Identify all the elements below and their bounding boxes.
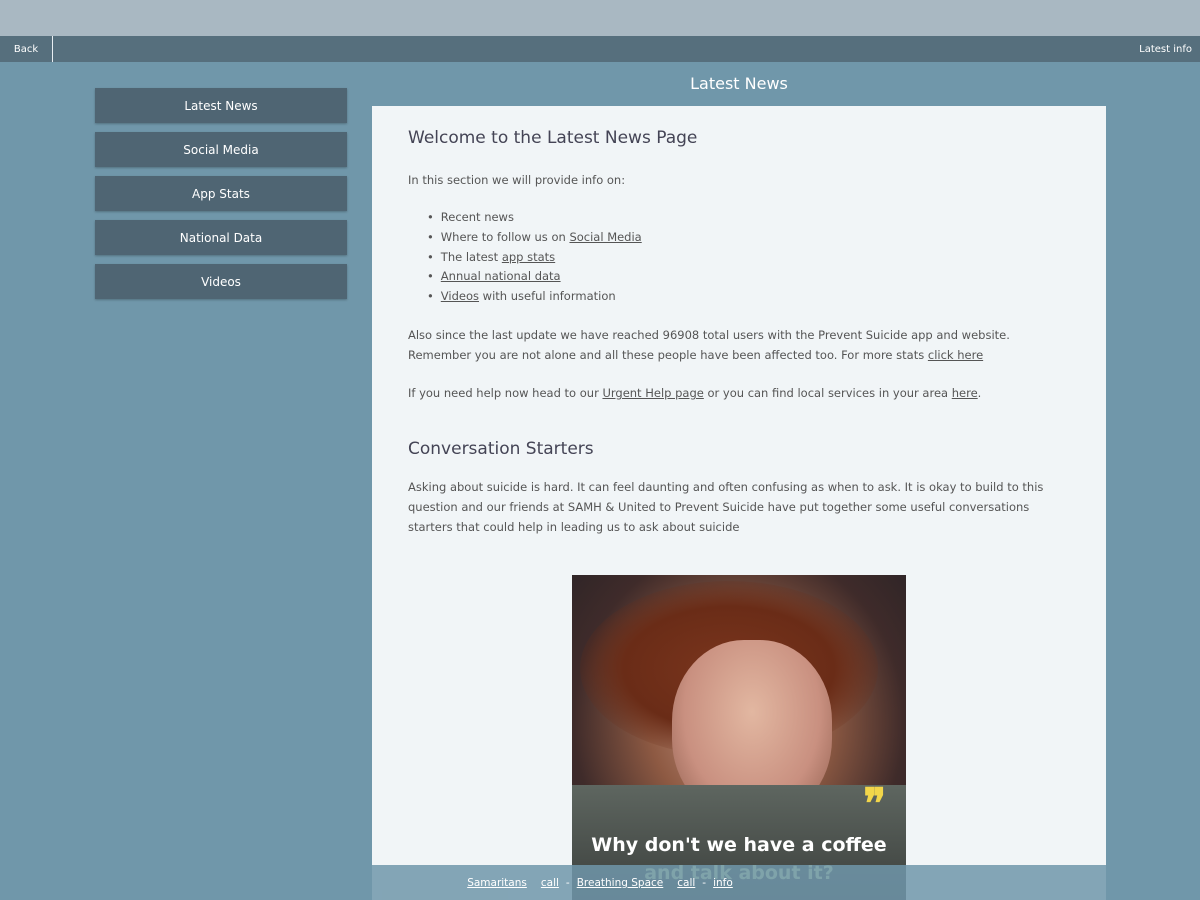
sidebar-item-national-data[interactable]: National Data <box>95 220 347 255</box>
back-button[interactable]: Back <box>0 36 53 62</box>
top-status-strip <box>0 0 1200 36</box>
help-text-prefix: If you need help now head to our <box>408 385 603 400</box>
samaritans-link[interactable]: Samaritans <box>467 877 527 889</box>
app-stats-link[interactable]: app stats <box>502 250 555 264</box>
samaritans-call-link[interactable]: call <box>541 877 559 889</box>
help-text-middle: or you can find local services in your a… <box>703 385 952 400</box>
local-services-link[interactable]: here <box>952 386 978 400</box>
list-item: The latest app stats <box>427 248 1070 268</box>
conversation-starters-text: Asking about suicide is hard. It can fee… <box>408 479 1044 534</box>
users-paragraph: Also since the last update we have reach… <box>408 325 1070 365</box>
urgent-help-link[interactable]: Urgent Help page <box>602 386 703 400</box>
latest-info-link[interactable]: Latest info <box>1139 36 1192 62</box>
intro-text: In this section we will provide info on: <box>408 173 626 187</box>
content-panel: Welcome to the Latest News Page In this … <box>372 106 1106 900</box>
footer-separator: - <box>702 876 707 889</box>
footer-separator: - <box>565 876 570 889</box>
quote-marks-icon: ❞ <box>863 779 886 828</box>
info-bullet-list: Recent news Where to follow us on Social… <box>427 208 1070 307</box>
videos-link[interactable]: Videos <box>441 289 479 303</box>
sidebar-menu: Latest News Social Media App Stats Natio… <box>95 88 347 308</box>
users-text: Also since the last update we have reach… <box>408 327 1010 362</box>
sidebar-item-videos[interactable]: Videos <box>95 264 347 299</box>
national-data-link[interactable]: Annual national data <box>441 269 561 283</box>
top-nav-bar: Back Latest info <box>0 36 1200 62</box>
sidebar-item-latest-news[interactable]: Latest News <box>95 88 347 123</box>
bullet-videos-text: with useful information <box>479 289 616 304</box>
breathing-space-link[interactable]: Breathing Space <box>577 877 664 889</box>
info-link[interactable]: info <box>713 877 733 889</box>
sidebar-item-social-media[interactable]: Social Media <box>95 132 347 167</box>
help-paragraph: If you need help now head to our Urgent … <box>408 383 1070 403</box>
list-item: Videos with useful information <box>427 287 1070 307</box>
image-caption-line1: Why don't we have a coffee <box>591 834 887 856</box>
bullet-recent-news: Recent news <box>440 210 514 224</box>
breathing-space-call-link[interactable]: call <box>677 877 695 889</box>
help-text-suffix: . <box>977 385 982 400</box>
conversation-starters-heading: Conversation Starters <box>408 438 594 459</box>
footer-bar: Samaritans call - Breathing Space call -… <box>0 865 1200 900</box>
social-media-link[interactable]: Social Media <box>569 230 641 244</box>
sidebar-item-app-stats[interactable]: App Stats <box>95 176 347 211</box>
bullet-stats-text: The latest <box>440 249 502 264</box>
list-item: Recent news <box>427 208 1070 228</box>
welcome-heading: Welcome to the Latest News Page <box>408 128 698 148</box>
more-stats-link[interactable]: click here <box>928 348 983 362</box>
conversation-starter-image[interactable]: ❞ Why don't we have a coffee and talk ab… <box>572 575 906 900</box>
list-item: Annual national data <box>427 267 1070 287</box>
list-item: Where to follow us on Social Media <box>427 228 1070 248</box>
page-title: Latest News <box>690 74 788 93</box>
conversation-starters-section: Conversation Starters Asking about suici… <box>408 439 1070 537</box>
bullet-follow-text: Where to follow us on <box>440 229 570 244</box>
